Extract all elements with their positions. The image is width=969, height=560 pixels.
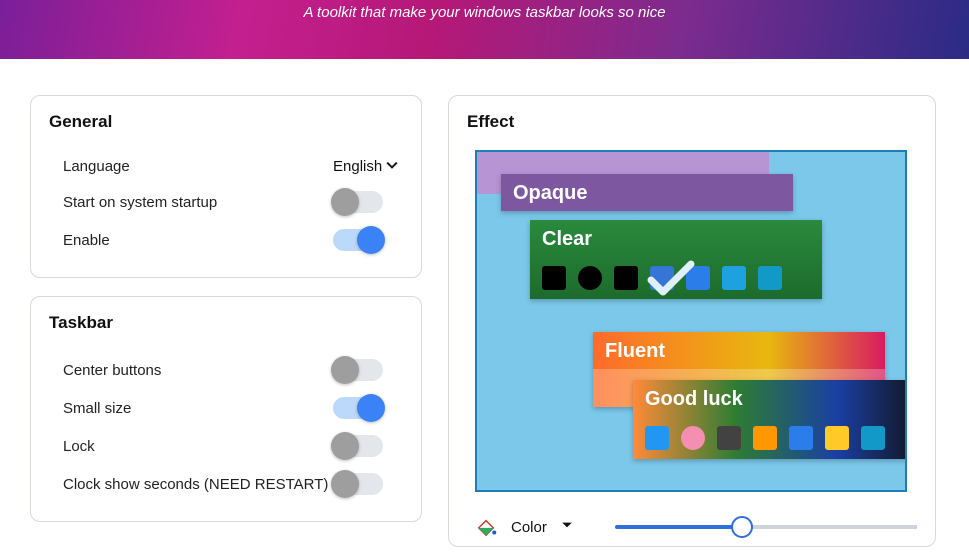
mail-icon <box>722 266 746 290</box>
row-enable: Enable <box>49 221 403 259</box>
language-label: Language <box>63 158 130 175</box>
effect-option-opaque[interactable]: Opaque <box>501 174 793 211</box>
small-label: Small size <box>63 400 131 417</box>
effect-option-label: Opaque <box>501 174 793 211</box>
startup-toggle[interactable] <box>333 191 383 213</box>
effect-option-label: Clear <box>530 220 822 257</box>
explorer-icon <box>650 266 674 290</box>
row-startup: Start on system startup <box>49 183 403 221</box>
start-icon <box>645 426 669 450</box>
language-value: English <box>333 158 382 175</box>
lock-toggle[interactable] <box>333 435 383 457</box>
taskview-icon <box>717 426 741 450</box>
row-language: Language English <box>49 150 403 183</box>
taskbar-card: Taskbar Center buttons Small size Lock <box>30 296 422 522</box>
color-slider[interactable] <box>615 525 917 529</box>
calendar-icon <box>789 426 813 450</box>
row-lock: Lock <box>49 427 403 465</box>
search-icon <box>681 426 705 450</box>
small-toggle[interactable] <box>333 397 383 419</box>
search-icon <box>578 266 602 290</box>
row-small: Small size <box>49 389 403 427</box>
color-label: Color <box>511 519 547 536</box>
enable-label: Enable <box>63 232 110 249</box>
general-title: General <box>49 112 403 132</box>
clock-seconds-toggle[interactable] <box>333 473 383 495</box>
calendar-icon <box>686 266 710 290</box>
effect-option-goodluck[interactable]: Good luck <box>633 380 907 459</box>
banner-tagline: A toolkit that make your windows taskbar… <box>303 4 665 21</box>
enable-toggle[interactable] <box>333 229 383 251</box>
taskbar-title: Taskbar <box>49 313 403 333</box>
lock-label: Lock <box>63 438 95 455</box>
settings-content: General Language English Start on system… <box>0 59 969 547</box>
slider-thumb[interactable] <box>731 516 753 538</box>
color-dropdown-icon[interactable] <box>561 518 573 536</box>
taskbar-icons <box>530 257 822 299</box>
row-center: Center buttons <box>49 351 403 389</box>
chevron-down-icon <box>386 158 398 175</box>
paint-bucket-icon[interactable] <box>475 516 497 538</box>
start-icon <box>542 266 566 290</box>
effect-option-label: Good luck <box>633 380 907 417</box>
effect-option-label: Fluent <box>593 332 885 369</box>
effect-preview: Opaque Clear <box>475 150 907 492</box>
edge-icon <box>861 426 885 450</box>
taskbar-icons <box>633 417 907 459</box>
center-toggle[interactable] <box>333 359 383 381</box>
effect-option-clear[interactable]: Clear <box>530 220 822 299</box>
row-clock-seconds: Clock show seconds (NEED RESTART) <box>49 465 403 503</box>
color-row: Color <box>467 510 917 538</box>
taskview-icon <box>614 266 638 290</box>
edge-icon <box>758 266 782 290</box>
center-label: Center buttons <box>63 362 161 379</box>
effect-title: Effect <box>467 112 917 132</box>
mail-icon <box>825 426 849 450</box>
startup-label: Start on system startup <box>63 194 217 211</box>
language-select[interactable]: English <box>333 158 398 175</box>
explorer-icon <box>753 426 777 450</box>
general-card: General Language English Start on system… <box>30 95 422 278</box>
effect-card: Effect Opaque Clear <box>448 95 936 547</box>
slider-track-remainder <box>742 525 917 529</box>
clock-seconds-label: Clock show seconds (NEED RESTART) <box>63 476 328 493</box>
app-banner: A toolkit that make your windows taskbar… <box>0 0 969 59</box>
